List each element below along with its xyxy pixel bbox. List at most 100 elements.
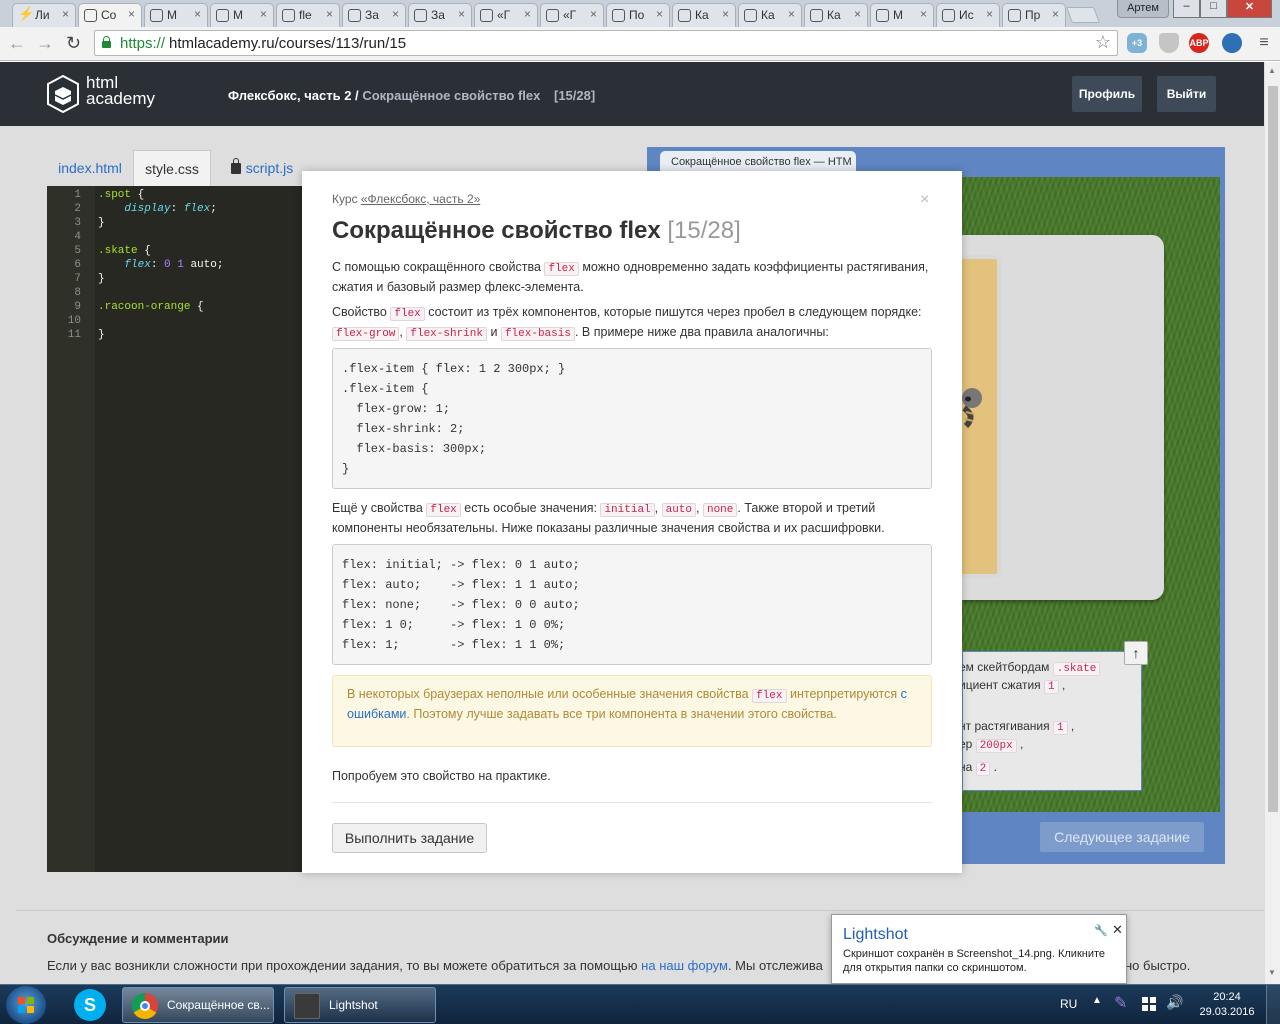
- reload-icon[interactable]: ↻: [66, 33, 81, 54]
- tab-close-icon[interactable]: ×: [194, 7, 201, 21]
- logo-text[interactable]: html academy: [86, 74, 155, 107]
- browser-tab[interactable]: Ис ×: [936, 3, 1000, 27]
- skype-icon[interactable]: S: [74, 989, 106, 1021]
- browser-tab[interactable]: По ×: [606, 3, 670, 27]
- browser-tab-strip: ⚡ Ли × Со × М × М × fle × За × За × «Г × «Г × По × Ка × Ка × Ка × М…: [0, 0, 1280, 27]
- code-line: 2 display: flex;: [74, 203, 217, 215]
- tab-style-css[interactable]: style.css: [133, 150, 211, 186]
- scrollbar-thumb[interactable]: [1268, 86, 1278, 812]
- start-button[interactable]: [6, 986, 46, 1024]
- browser-tab[interactable]: М ×: [210, 3, 274, 27]
- htmlacademy-icon: [678, 9, 691, 22]
- code-editor[interactable]: 1 .spot { 2 display: flex; 3} 4 5 .skate {…: [47, 186, 303, 872]
- browser-menu-icon[interactable]: ≡: [1254, 33, 1274, 53]
- htmlacademy-icon: [744, 9, 757, 22]
- tab-close-icon[interactable]: ×: [788, 7, 795, 21]
- notification-message[interactable]: Скриншот сохранён в Screenshot_14.png. К…: [843, 947, 1125, 975]
- browser-tab[interactable]: ⚡ Ли ×: [12, 3, 76, 27]
- tab-close-icon[interactable]: ×: [128, 7, 135, 21]
- start-task-button[interactable]: Выполнить задание: [332, 823, 487, 853]
- back-arrow-icon[interactable]: ←: [8, 33, 26, 54]
- tab-close-icon[interactable]: ×: [458, 7, 465, 21]
- globe-extension-icon[interactable]: [1222, 33, 1242, 53]
- bookmark-star-icon[interactable]: ☆: [1095, 32, 1111, 53]
- tab-close-icon[interactable]: ×: [986, 7, 993, 21]
- tab-close-icon[interactable]: ×: [656, 7, 663, 21]
- browser-toolbar: ← → ↻ https:// htmlacademy.ru/courses/11…: [0, 27, 1280, 61]
- browser-tab[interactable]: М ×: [870, 3, 934, 27]
- scroll-up-arrow-icon[interactable]: ▲: [1268, 66, 1276, 75]
- system-clock[interactable]: 20:24 29.03.2016: [1196, 990, 1258, 1020]
- tray-expand-icon[interactable]: ▲: [1092, 995, 1102, 1006]
- shield-extension-icon[interactable]: [1159, 33, 1179, 53]
- tab-close-icon[interactable]: ×: [590, 7, 597, 21]
- htmlacademy-icon: [480, 9, 493, 22]
- close-icon[interactable]: ✕: [1112, 922, 1123, 938]
- action-center-icon[interactable]: [1142, 997, 1156, 1011]
- language-indicator[interactable]: RU: [1060, 997, 1077, 1011]
- show-desktop-button[interactable]: [1266, 985, 1280, 1024]
- browser-tab[interactable]: Ка ×: [804, 3, 868, 27]
- code-line: 11}: [67, 329, 105, 341]
- scroll-up-button[interactable]: ↑: [1124, 641, 1148, 665]
- tab-close-icon[interactable]: ×: [524, 7, 531, 21]
- code-line: 7}: [74, 273, 105, 285]
- tab-close-icon[interactable]: ×: [722, 7, 729, 21]
- discussion-title: Обсуждение и комментарии: [47, 931, 229, 946]
- browser-tab[interactable]: «Г ×: [540, 3, 604, 27]
- htmlacademy-icon: [612, 9, 625, 22]
- window-close-button[interactable]: ✕: [1227, 0, 1272, 18]
- modal-divider: [332, 802, 932, 803]
- profile-button[interactable]: Профиль: [1072, 76, 1142, 112]
- maximize-button[interactable]: □: [1200, 0, 1227, 18]
- htmlacademy-icon: [876, 9, 889, 22]
- page-scrollbar[interactable]: ▲ ▼: [1264, 62, 1280, 984]
- tab-index-html[interactable]: index.html: [47, 150, 133, 186]
- forum-link[interactable]: на наш форум: [641, 958, 728, 973]
- next-task-button[interactable]: Следующее задание: [1040, 822, 1204, 852]
- cloud-extension-icon[interactable]: +3: [1127, 33, 1147, 53]
- browser-tab[interactable]: За ×: [408, 3, 472, 27]
- htmlacademy-logo-icon[interactable]: [47, 75, 79, 113]
- modal-paragraph-1: С помощью сокращённого свойства flex мож…: [332, 260, 929, 294]
- tab-close-icon[interactable]: ×: [920, 7, 927, 21]
- theory-modal: Курс «Флексбокс, часть 2» × Сокращённое …: [302, 171, 962, 873]
- browser-tab[interactable]: Ка ×: [738, 3, 802, 27]
- browser-tab[interactable]: За ×: [342, 3, 406, 27]
- browser-tab[interactable]: М ×: [144, 3, 208, 27]
- adblock-icon[interactable]: ABP: [1189, 33, 1209, 53]
- htmlacademy-icon: [546, 9, 559, 22]
- address-bar[interactable]: https:// htmlacademy.ru/courses/113/run/…: [94, 30, 1118, 56]
- section-divider: [16, 910, 1264, 911]
- course-link[interactable]: «Флексбокс, часть 2»: [361, 192, 480, 206]
- tab-close-icon[interactable]: ×: [62, 7, 69, 21]
- lightshot-tray-icon[interactable]: ✎: [1114, 993, 1127, 1013]
- new-tab-button[interactable]: [1066, 7, 1100, 23]
- taskbar-lightshot-window[interactable]: Lightshot: [284, 987, 436, 1023]
- tab-close-icon[interactable]: ×: [260, 7, 267, 21]
- tab-script-js[interactable]: script.js: [217, 150, 307, 186]
- taskbar-chrome-window[interactable]: Сокращённое св...: [122, 987, 274, 1023]
- scroll-down-arrow-icon[interactable]: ▼: [1268, 968, 1276, 977]
- browser-tab[interactable]: Пр ×: [1002, 3, 1066, 27]
- tab-close-icon[interactable]: ×: [1052, 7, 1059, 21]
- volume-icon[interactable]: 🔊: [1166, 994, 1183, 1011]
- browser-tab[interactable]: fle ×: [276, 3, 340, 27]
- breadcrumb-course[interactable]: Флексбокс, часть 2 /: [228, 88, 359, 103]
- code-line: 3}: [74, 217, 105, 229]
- tab-close-icon[interactable]: ×: [854, 7, 861, 21]
- logout-button[interactable]: Выйти: [1157, 76, 1216, 112]
- browser-tab[interactable]: Ка ×: [672, 3, 736, 27]
- lightshot-notification[interactable]: Lightshot 🔧 ✕ Скриншот сохранён в Screen…: [831, 914, 1127, 984]
- minimize-button[interactable]: –: [1173, 0, 1200, 18]
- modal-paragraph-3: Ещё у свойства flex есть особые значения…: [332, 501, 885, 535]
- browser-tab[interactable]: Со ×: [78, 3, 142, 27]
- profile-switcher[interactable]: Артем: [1117, 0, 1169, 18]
- browser-tab[interactable]: «Г ×: [474, 3, 538, 27]
- tab-close-icon[interactable]: ×: [326, 7, 333, 21]
- close-icon[interactable]: ×: [920, 191, 929, 209]
- code-line: 10: [67, 315, 81, 327]
- forward-arrow-icon[interactable]: →: [36, 33, 54, 54]
- tab-close-icon[interactable]: ×: [392, 7, 399, 21]
- settings-wrench-icon[interactable]: 🔧: [1094, 924, 1108, 937]
